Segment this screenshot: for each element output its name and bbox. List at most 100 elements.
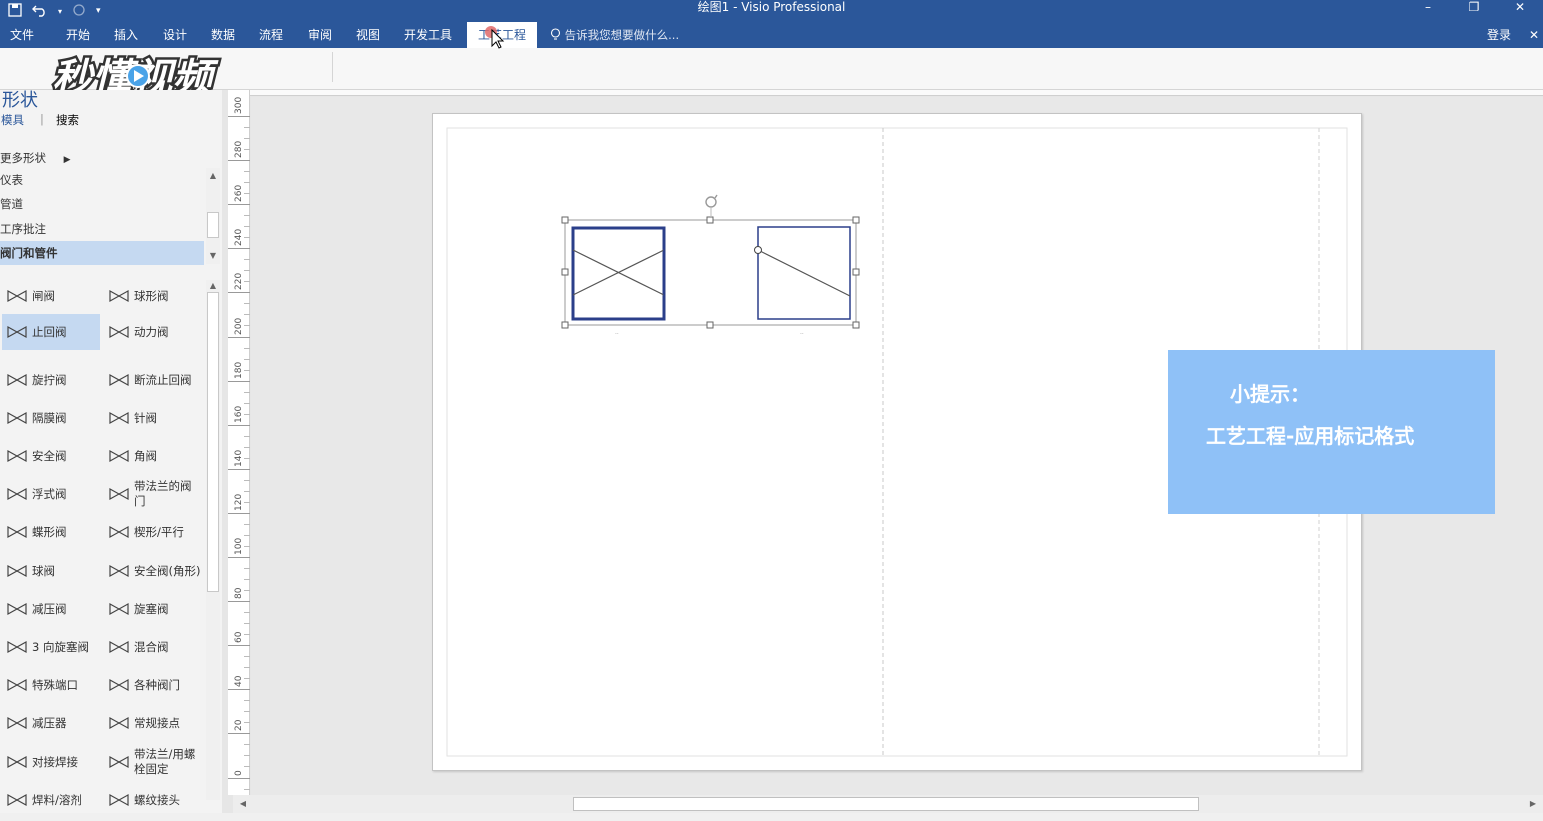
tell-me-text: 告诉我您想要做什么... xyxy=(564,28,680,42)
tab-search[interactable]: 搜索 xyxy=(56,112,79,128)
tab-file[interactable]: 文件 xyxy=(2,22,42,48)
angle-valve-icon xyxy=(109,449,129,463)
close-button[interactable]: ✕ xyxy=(1497,0,1543,18)
shape-item[interactable]: 针阀 xyxy=(104,400,202,436)
ruler-minor-tick xyxy=(244,358,250,360)
stencil-instruments[interactable]: 仪表 xyxy=(0,168,204,192)
solder-icon xyxy=(7,793,27,807)
ruler-minor-tick xyxy=(244,534,250,536)
scroll-up-icon[interactable]: ▲ xyxy=(207,280,219,292)
tab-design[interactable]: 设计 xyxy=(155,22,195,48)
ruler-tick xyxy=(228,160,250,162)
junction-icon xyxy=(109,716,129,730)
tab-view[interactable]: 视图 xyxy=(348,22,388,48)
tab-insert[interactable]: 插入 xyxy=(106,22,146,48)
ruler-minor-tick xyxy=(244,149,250,151)
safety-valve-icon xyxy=(7,449,27,463)
more-shapes-label: 更多形状 xyxy=(0,151,46,165)
minimize-button[interactable]: – xyxy=(1405,0,1451,18)
scroll-thumb[interactable] xyxy=(573,797,1199,811)
ruler-tick xyxy=(228,468,250,470)
shape-item[interactable]: 闸阀 xyxy=(2,278,100,314)
window-title: 绘图1 - Visio Professional xyxy=(697,0,846,14)
shape-item[interactable]: 隔膜阀 xyxy=(2,400,100,436)
ruler-label: 20 xyxy=(234,719,244,732)
stencil-process-annotations[interactable]: 工序批注 xyxy=(0,217,204,241)
ruler-minor-tick xyxy=(244,369,250,371)
shape-item[interactable]: 对接焊接 xyxy=(2,744,100,780)
shape-item[interactable]: 球阀 xyxy=(2,553,100,589)
horizontal-ruler xyxy=(250,90,1543,96)
ruler-label: 200 xyxy=(234,317,244,335)
shape-item-label: 隔膜阀 xyxy=(32,410,67,425)
more-shapes-button[interactable]: 更多形状 ▶ xyxy=(0,150,71,166)
shape-item[interactable]: 浮式阀 xyxy=(2,476,100,512)
shape-item[interactable]: 旋拧阀 xyxy=(2,362,100,398)
shape-item-label: 浮式阀 xyxy=(32,486,67,501)
tab-data[interactable]: 数据 xyxy=(203,22,243,48)
shape-item[interactable]: 混合阀 xyxy=(104,629,202,665)
scroll-up-icon[interactable]: ▲ xyxy=(207,170,219,182)
shape-item[interactable]: 减压器 xyxy=(2,705,100,741)
shape-item[interactable]: 旋塞阀 xyxy=(104,591,202,627)
ruler-label: 260 xyxy=(234,185,244,203)
shape-item[interactable]: 常规接点 xyxy=(104,705,202,741)
tab-home[interactable]: 开始 xyxy=(58,22,98,48)
login-link[interactable]: 登录 xyxy=(1487,22,1511,48)
ruler-minor-tick xyxy=(244,446,250,448)
shape-item[interactable]: 球形阀 xyxy=(104,278,202,314)
shape-item-label: 对接焊接 xyxy=(32,754,78,769)
shape-item[interactable]: 楔形/平行 xyxy=(104,514,202,550)
vertical-ruler: 300 280 260 240 220 200 180 160 140 120 100 80 60 40 2… xyxy=(228,90,250,812)
shape-item[interactable]: 安全阀 xyxy=(2,438,100,474)
diaphragm-valve-icon xyxy=(7,411,27,425)
shape-item[interactable]: 带法兰的阀门 xyxy=(104,476,202,512)
ruler-minor-tick xyxy=(244,413,250,415)
tip-banner: 小提示： 工艺工程-应用标记格式 xyxy=(1168,350,1495,514)
scroll-thumb[interactable] xyxy=(207,212,219,238)
shape-item[interactable]: 3 向旋塞阀 xyxy=(2,629,100,665)
ruler-minor-tick xyxy=(244,788,250,790)
stencil-valves-fittings[interactable]: 阀门和管件 xyxy=(0,241,204,265)
canvas-horizontal-scrollbar[interactable]: ◀ ▶ xyxy=(233,795,1543,813)
ruler-minor-tick xyxy=(244,568,250,570)
shape-item[interactable]: 蝶形阀 xyxy=(2,514,100,550)
shape-item[interactable]: 角阀 xyxy=(104,438,202,474)
ruler-minor-tick xyxy=(244,479,250,481)
shape-item[interactable]: 安全阀(角形) xyxy=(104,553,202,589)
tab-developer[interactable]: 开发工具 xyxy=(396,22,460,48)
shape-item[interactable]: 动力阀 xyxy=(104,314,202,350)
gate-valve-icon xyxy=(7,289,27,303)
shape-item[interactable]: 止回阀 xyxy=(2,314,100,350)
selected-shapes-group[interactable]: ·· ·· xyxy=(555,190,865,340)
tab-review[interactable]: 审阅 xyxy=(300,22,340,48)
scroll-right-icon[interactable]: ▶ xyxy=(1527,798,1539,810)
ruler-label: 40 xyxy=(234,675,244,688)
globe-valve-icon xyxy=(109,289,129,303)
angle-safety-valve-icon xyxy=(109,564,129,578)
shape-item[interactable]: 断流止回阀 xyxy=(104,362,202,398)
scroll-down-icon[interactable]: ▼ xyxy=(207,250,219,262)
scroll-thumb[interactable] xyxy=(207,292,219,592)
ruler-minor-tick xyxy=(244,457,250,459)
stencil-list-scrollbar[interactable]: ▲ ▼ xyxy=(206,168,220,264)
ribbon-close-icon[interactable]: ✕ xyxy=(1529,22,1539,48)
restore-button[interactable]: ❐ xyxy=(1451,0,1497,18)
ruler-tick xyxy=(228,204,250,206)
tell-me-box[interactable]: 告诉我您想要做什么... xyxy=(550,22,679,48)
ruler-minor-tick xyxy=(244,711,250,713)
ruler-minor-tick xyxy=(244,391,250,393)
shape-item-label: 3 向旋塞阀 xyxy=(32,639,89,654)
tab-stencils[interactable]: 模具 xyxy=(1,112,24,128)
shape-item[interactable]: 带法兰/用螺栓固定 xyxy=(104,744,202,780)
screw-valve-icon xyxy=(7,373,27,387)
flanged-valve-icon xyxy=(109,487,129,501)
shapes-grid-scrollbar[interactable]: ▲ xyxy=(206,280,220,800)
shape-item[interactable]: 特殊端口 xyxy=(2,667,100,703)
shape-item[interactable]: 各种阀门 xyxy=(104,667,202,703)
tab-process[interactable]: 流程 xyxy=(251,22,291,48)
shape-item-label: 特殊端口 xyxy=(32,677,78,692)
stencil-pipelines[interactable]: 管道 xyxy=(0,192,204,216)
shape-item[interactable]: 减压阀 xyxy=(2,591,100,627)
scroll-left-icon[interactable]: ◀ xyxy=(237,798,249,810)
